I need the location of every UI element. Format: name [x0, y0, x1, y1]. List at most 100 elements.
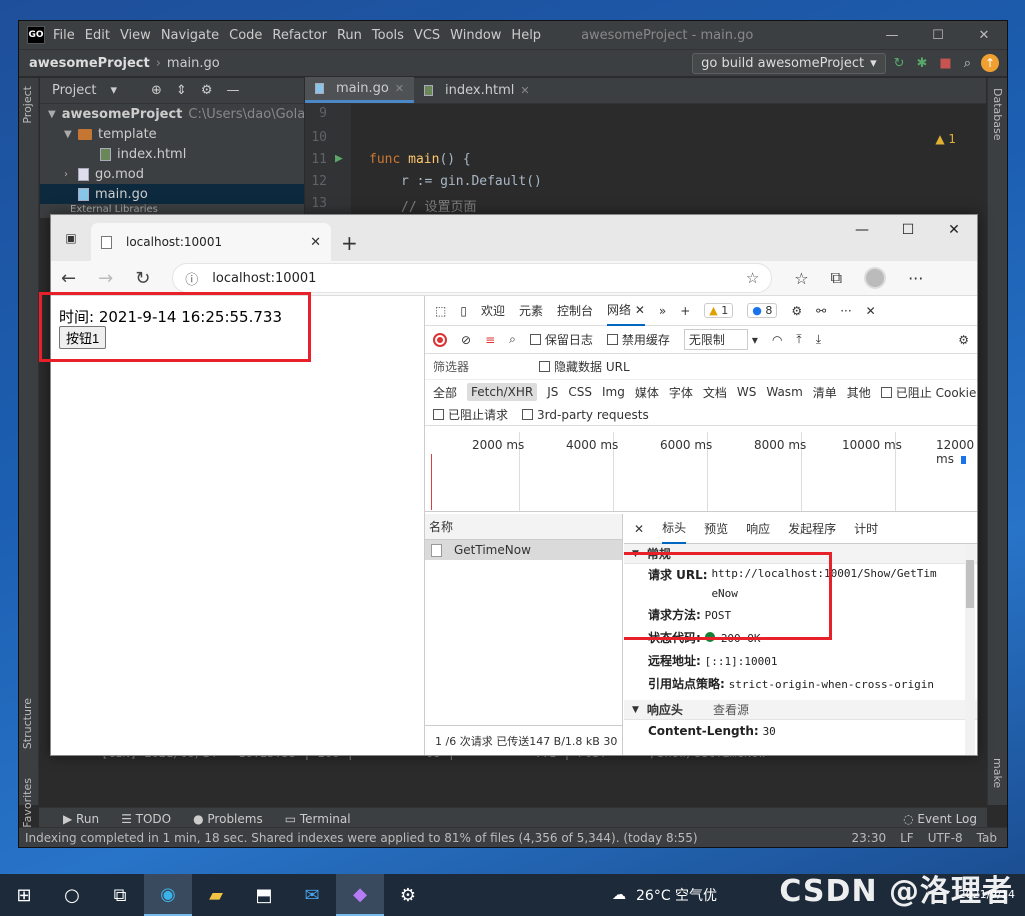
device-icon[interactable]: ▯: [460, 304, 467, 318]
preserve-log-checkbox[interactable]: 保留日志: [529, 331, 593, 348]
menu-refactor[interactable]: Refactor: [272, 28, 327, 43]
address-bar[interactable]: ⓘ localhost:10001 ☆: [172, 263, 773, 293]
tool-tab-make[interactable]: make: [991, 758, 1004, 788]
type-filter-fetch-xhr[interactable]: Fetch/XHR: [467, 383, 538, 401]
tool-tab-todo[interactable]: ☰ TODO: [121, 812, 171, 826]
tab-actions-icon[interactable]: ▣: [51, 215, 91, 261]
back-icon[interactable]: ←: [61, 268, 76, 289]
more-tabs-icon[interactable]: »: [659, 304, 666, 318]
clear-icon[interactable]: ⊘: [461, 333, 471, 347]
menu-help[interactable]: Help: [511, 28, 541, 43]
type-filter-manifest[interactable]: 清单: [813, 384, 837, 401]
menu-run[interactable]: Run: [337, 28, 362, 43]
gear-icon[interactable]: ⚙: [201, 83, 213, 98]
menu-code[interactable]: Code: [229, 28, 262, 43]
hide-icon[interactable]: —: [226, 83, 239, 98]
gear-icon[interactable]: ⚙: [958, 333, 969, 347]
close-icon[interactable]: ✕: [520, 84, 529, 97]
menu-tools[interactable]: Tools: [372, 28, 404, 43]
detail-scrollbar[interactable]: [965, 544, 975, 755]
favorites-icon[interactable]: ☆: [794, 269, 808, 288]
tool-tab-favorites[interactable]: Favorites: [21, 778, 34, 828]
forward-icon[interactable]: →: [98, 268, 113, 289]
close-icon[interactable]: ✕: [634, 522, 644, 536]
task-view-icon[interactable]: ⧉: [96, 874, 144, 916]
inspect-icon[interactable]: ⬚: [435, 304, 446, 318]
tab-main-go[interactable]: main.go ✕: [305, 77, 415, 103]
run-config-selector[interactable]: go build awesomeProject ▾: [692, 52, 886, 74]
devtools-tab-network[interactable]: 网络 ✕: [607, 295, 645, 326]
code-editor[interactable]: 9 10 11 12 13 ▶ func main() { r := gin.D…: [305, 104, 986, 224]
record-icon[interactable]: [433, 332, 447, 347]
menu-view[interactable]: View: [120, 28, 151, 43]
file-explorer-icon[interactable]: ▰: [192, 874, 240, 916]
info-icon[interactable]: ⓘ: [185, 269, 198, 288]
menu-navigate[interactable]: Navigate: [161, 28, 219, 43]
minimize-icon[interactable]: —: [869, 28, 915, 43]
tool-tab-terminal[interactable]: ▭ Terminal: [285, 812, 351, 826]
disable-cache-checkbox[interactable]: 禁用缓存: [606, 331, 670, 348]
throttle-select[interactable]: 无限制: [683, 329, 748, 350]
caret-position[interactable]: 23:30: [852, 831, 887, 845]
chevron-down-icon[interactable]: ▾: [752, 333, 758, 347]
settings-gear-icon[interactable]: ⚙: [384, 874, 432, 916]
detail-tab-initiator[interactable]: 发起程序: [788, 520, 836, 537]
type-filter-other[interactable]: 其他: [847, 384, 871, 401]
hide-data-url-checkbox[interactable]: 隐藏数据 URL: [539, 358, 630, 375]
tree-item-template[interactable]: ▼ template: [40, 124, 304, 144]
tool-tab-run[interactable]: ▶ Run: [63, 812, 99, 826]
tool-tab-project[interactable]: Project: [21, 86, 34, 124]
type-filter-doc[interactable]: 文档: [703, 384, 727, 401]
section-response-headers[interactable]: ▼ 响应头 查看源: [624, 700, 977, 720]
menu-window[interactable]: Window: [450, 28, 501, 43]
blocked-cookies-checkbox[interactable]: 已阻止 Cookie: [880, 384, 976, 401]
maximize-icon[interactable]: ☐: [885, 215, 931, 245]
store-icon[interactable]: ⬒: [240, 874, 288, 916]
type-filter-font[interactable]: 字体: [669, 384, 693, 401]
type-filter-ws[interactable]: WS: [737, 385, 756, 399]
detail-tab-headers[interactable]: 标头: [662, 514, 687, 544]
warning-badge[interactable]: ▲ 1: [704, 303, 734, 318]
indent-setting[interactable]: Tab: [977, 831, 997, 845]
collections-icon[interactable]: ⧉: [831, 268, 842, 288]
column-header-name[interactable]: 名称: [425, 514, 622, 540]
gear-icon[interactable]: ⚙: [791, 304, 802, 318]
refresh-icon[interactable]: ↻: [135, 268, 150, 289]
close-icon[interactable]: ✕: [866, 304, 876, 318]
search-icon[interactable]: ⌕: [509, 332, 516, 347]
type-filter-all[interactable]: 全部: [433, 384, 457, 401]
scrollbar-thumb[interactable]: [966, 560, 974, 608]
browser-tab[interactable]: localhost:10001 ✕: [91, 223, 331, 261]
detail-tab-timing[interactable]: 计时: [854, 520, 878, 537]
devtools-tab-welcome[interactable]: 欢迎: [481, 302, 505, 319]
update-icon[interactable]: ↑: [981, 54, 999, 72]
mail-icon[interactable]: ✉: [288, 874, 336, 916]
warning-indicator[interactable]: ▲ 1: [935, 132, 956, 146]
devtools-tab-console[interactable]: 控制台: [557, 302, 593, 319]
tree-item-main-go[interactable]: main.go: [40, 184, 304, 204]
maximize-icon[interactable]: ☐: [915, 28, 961, 43]
close-icon[interactable]: ✕: [395, 82, 404, 95]
menu-edit[interactable]: Edit: [85, 28, 110, 43]
more-icon[interactable]: ···: [840, 304, 851, 318]
tool-tab-structure[interactable]: Structure: [21, 698, 34, 749]
type-filter-img[interactable]: Img: [602, 385, 625, 399]
avatar[interactable]: [864, 267, 887, 289]
network-timeline[interactable]: 2000 ms 4000 ms 6000 ms 8000 ms 10000 ms…: [425, 432, 977, 512]
type-filter-css[interactable]: CSS: [568, 385, 592, 399]
line-separator[interactable]: LF: [900, 831, 914, 845]
tool-tab-problems[interactable]: ● Problems: [193, 812, 263, 826]
type-filter-wasm[interactable]: Wasm: [766, 385, 802, 399]
third-party-checkbox[interactable]: 3rd-party requests: [522, 408, 649, 422]
event-log-button[interactable]: ◌ Event Log: [903, 812, 977, 826]
filter-icon[interactable]: ≡: [485, 333, 495, 347]
blocked-requests-checkbox[interactable]: 已阻止请求: [433, 406, 508, 423]
windows-start-icon[interactable]: ⊞: [0, 874, 48, 916]
tool-tab-database[interactable]: Database: [991, 88, 1004, 141]
upload-icon[interactable]: ⤒: [796, 332, 801, 347]
weather-widget[interactable]: ☁ 26°C 空气优: [612, 885, 717, 905]
add-favorite-icon[interactable]: ☆: [746, 269, 759, 287]
download-icon[interactable]: ⤓: [816, 332, 821, 347]
more-icon[interactable]: ···: [908, 269, 923, 288]
file-encoding[interactable]: UTF-8: [928, 831, 963, 845]
